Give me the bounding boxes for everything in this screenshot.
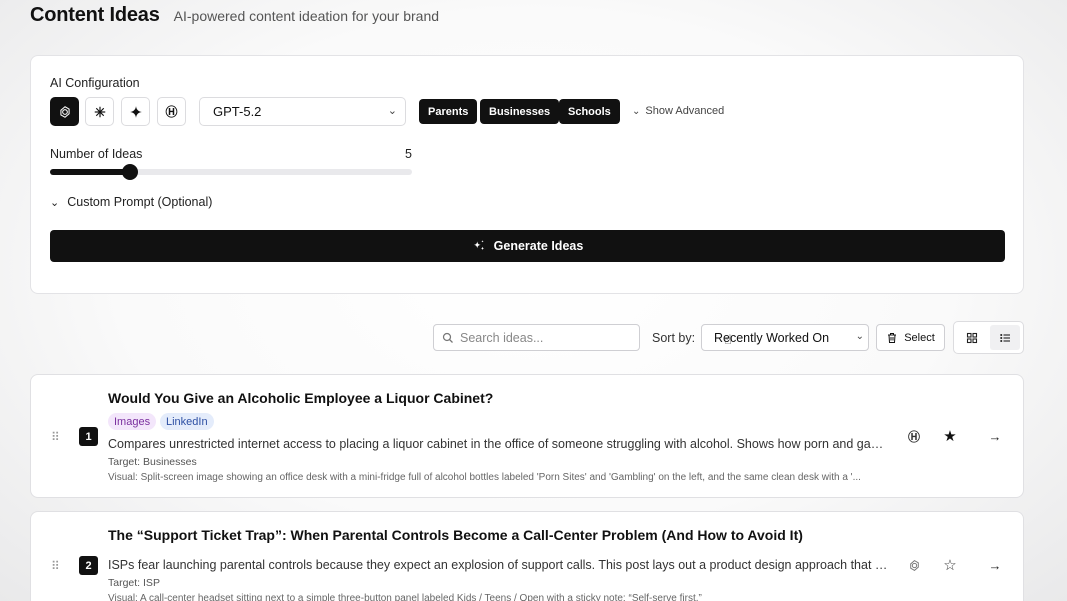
slider-fill	[50, 169, 130, 175]
list-view-button[interactable]	[990, 325, 1020, 350]
sparkles-icon	[473, 240, 484, 251]
idea-title[interactable]: The “Support Ticket Trap”: When Parental…	[108, 527, 803, 543]
ai-configuration-card: AI Configuration Ⓗ GPT-5.2 ⌄ Parents Bus…	[30, 55, 1024, 294]
custom-prompt-label: Custom Prompt (Optional)	[67, 195, 213, 209]
show-advanced-label: Show Advanced	[645, 105, 725, 117]
tag-linkedin: LinkedIn	[160, 413, 214, 430]
tag-images: Images	[108, 413, 157, 430]
provider-gemini-button[interactable]	[121, 97, 150, 126]
chevron-down-icon: ⌄	[50, 196, 60, 209]
number-of-ideas-slider[interactable]	[50, 164, 412, 180]
idea-visual: Visual: A call-center headset sitting ne…	[108, 593, 702, 601]
select-button[interactable]: Select	[876, 324, 945, 351]
audience-schools-button[interactable]: Schools	[559, 99, 620, 124]
idea-title[interactable]: Would You Give an Alcoholic Employee a L…	[108, 390, 493, 406]
search-input[interactable]	[460, 330, 630, 345]
idea-card[interactable]: The “Support Ticket Trap”: When Parental…	[30, 511, 1024, 601]
search-icon	[442, 332, 453, 343]
generate-ideas-button[interactable]: Generate Ideas	[50, 230, 1005, 262]
hand-cursor-icon: ☝	[724, 332, 732, 347]
list-icon	[999, 333, 1010, 342]
hf-icon: Ⓗ	[907, 429, 920, 444]
star-outline-icon[interactable]: ☆	[941, 556, 959, 574]
view-toggle	[953, 321, 1024, 354]
claude-icon	[94, 106, 105, 117]
audience-businesses-button[interactable]: Businesses	[480, 99, 560, 124]
drag-handle-icon[interactable]: ⠿	[51, 430, 60, 444]
chevron-down-icon: ⌄	[387, 105, 397, 117]
slider-thumb[interactable]	[121, 164, 138, 180]
select-label: Select	[904, 331, 935, 344]
search-field[interactable]	[433, 324, 640, 351]
provider-hf-button[interactable]: Ⓗ	[157, 97, 186, 126]
page-header: Content Ideas AI-powered content ideatio…	[30, 4, 439, 27]
idea-description: ISPs fear launching parental controls be…	[108, 558, 890, 572]
openai-icon	[59, 105, 70, 118]
star-filled-icon[interactable]: ★	[941, 427, 959, 445]
grid-icon	[966, 332, 978, 343]
grid-view-button[interactable]	[957, 325, 987, 350]
arrow-right-icon[interactable]: →	[986, 427, 1004, 445]
idea-visual: Visual: Split-screen image showing an of…	[108, 472, 861, 483]
show-advanced-toggle[interactable]: ⌄ Show Advanced	[632, 105, 724, 117]
page-subtitle: AI-powered content ideation for your bra…	[173, 8, 440, 24]
drag-handle-icon[interactable]: ⠿	[51, 559, 60, 573]
ai-configuration-label: AI Configuration	[50, 76, 140, 90]
sort-by-label: Sort by:	[652, 331, 696, 345]
chevron-down-icon: ⌄	[632, 105, 641, 117]
trash-icon	[888, 332, 897, 343]
provider-openai-button[interactable]	[50, 97, 79, 126]
gemini-icon	[129, 105, 142, 118]
idea-card[interactable]: Would You Give an Alcoholic Employee a L…	[30, 374, 1024, 498]
idea-target: Target: ISP	[108, 577, 160, 589]
sort-select[interactable]: Recently Worked On ⌄ ☝	[701, 324, 869, 351]
audience-parents-button[interactable]: Parents	[419, 99, 478, 124]
hf-icon: Ⓗ	[165, 105, 178, 119]
idea-number-badge: 2	[79, 556, 98, 575]
model-select-value: GPT-5.2	[213, 104, 262, 119]
number-of-ideas-value: 5	[405, 147, 412, 161]
chevron-down-icon: ⌄	[855, 331, 864, 342]
page-title: Content Ideas	[30, 4, 160, 26]
idea-number-badge: 1	[79, 427, 98, 446]
number-of-ideas-label: Number of Ideas	[50, 147, 143, 161]
idea-description: Compares unrestricted internet access to…	[108, 437, 890, 451]
model-select[interactable]: GPT-5.2 ⌄	[199, 97, 406, 126]
openai-icon	[905, 556, 923, 574]
custom-prompt-toggle[interactable]: ⌄ Custom Prompt (Optional)	[50, 195, 212, 209]
provider-claude-button[interactable]	[85, 97, 114, 126]
idea-target: Target: Businesses	[108, 456, 197, 468]
generate-ideas-label: Generate Ideas	[493, 239, 584, 253]
arrow-right-icon[interactable]: →	[986, 556, 1004, 574]
